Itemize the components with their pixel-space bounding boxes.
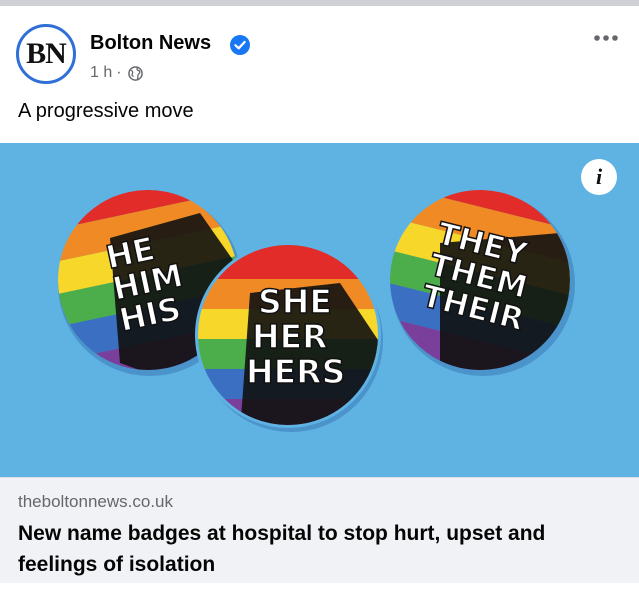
- avatar-initials: BN: [26, 37, 67, 70]
- badge-2-line-3: HERS: [246, 352, 345, 391]
- badge-they-them-their: THEY THEM THEIR: [370, 170, 590, 390]
- info-button[interactable]: i: [581, 159, 617, 195]
- link-domain: theboltonnews.co.uk: [18, 492, 173, 511]
- page-avatar[interactable]: BN: [16, 24, 76, 84]
- badge-2-line-1: SHE: [258, 282, 332, 321]
- post-message: A progressive move: [18, 100, 194, 122]
- meta-separator: ·: [116, 64, 122, 81]
- article-image[interactable]: HE HIM HIS THEY THEM THEIR SHE HER HERS …: [0, 143, 639, 477]
- link-headline[interactable]: New name badges at hospital to stop hurt…: [18, 518, 618, 580]
- feed-divider: [0, 0, 639, 6]
- pronoun-badges-illustration: HE HIM HIS THEY THEM THEIR SHE HER HERS: [41, 170, 590, 432]
- badge-2-line-2: HER: [252, 317, 328, 356]
- post-timestamp[interactable]: 1 h: [90, 64, 112, 82]
- more-options-button[interactable]: [590, 22, 622, 54]
- verified-badge-icon: [230, 35, 250, 55]
- post-meta: 1 h ·: [90, 64, 143, 82]
- globe-icon: [127, 65, 143, 81]
- link-preview-card[interactable]: HE HIM HIS THEY THEM THEIR SHE HER HERS …: [0, 143, 639, 583]
- link-card-footer[interactable]: theboltonnews.co.uk New name badges at h…: [0, 477, 639, 583]
- more-horizontal-icon: [594, 35, 618, 41]
- post-bottom-spacer: [0, 583, 639, 600]
- page-name-link[interactable]: Bolton News: [90, 32, 211, 55]
- info-icon: i: [595, 164, 603, 189]
